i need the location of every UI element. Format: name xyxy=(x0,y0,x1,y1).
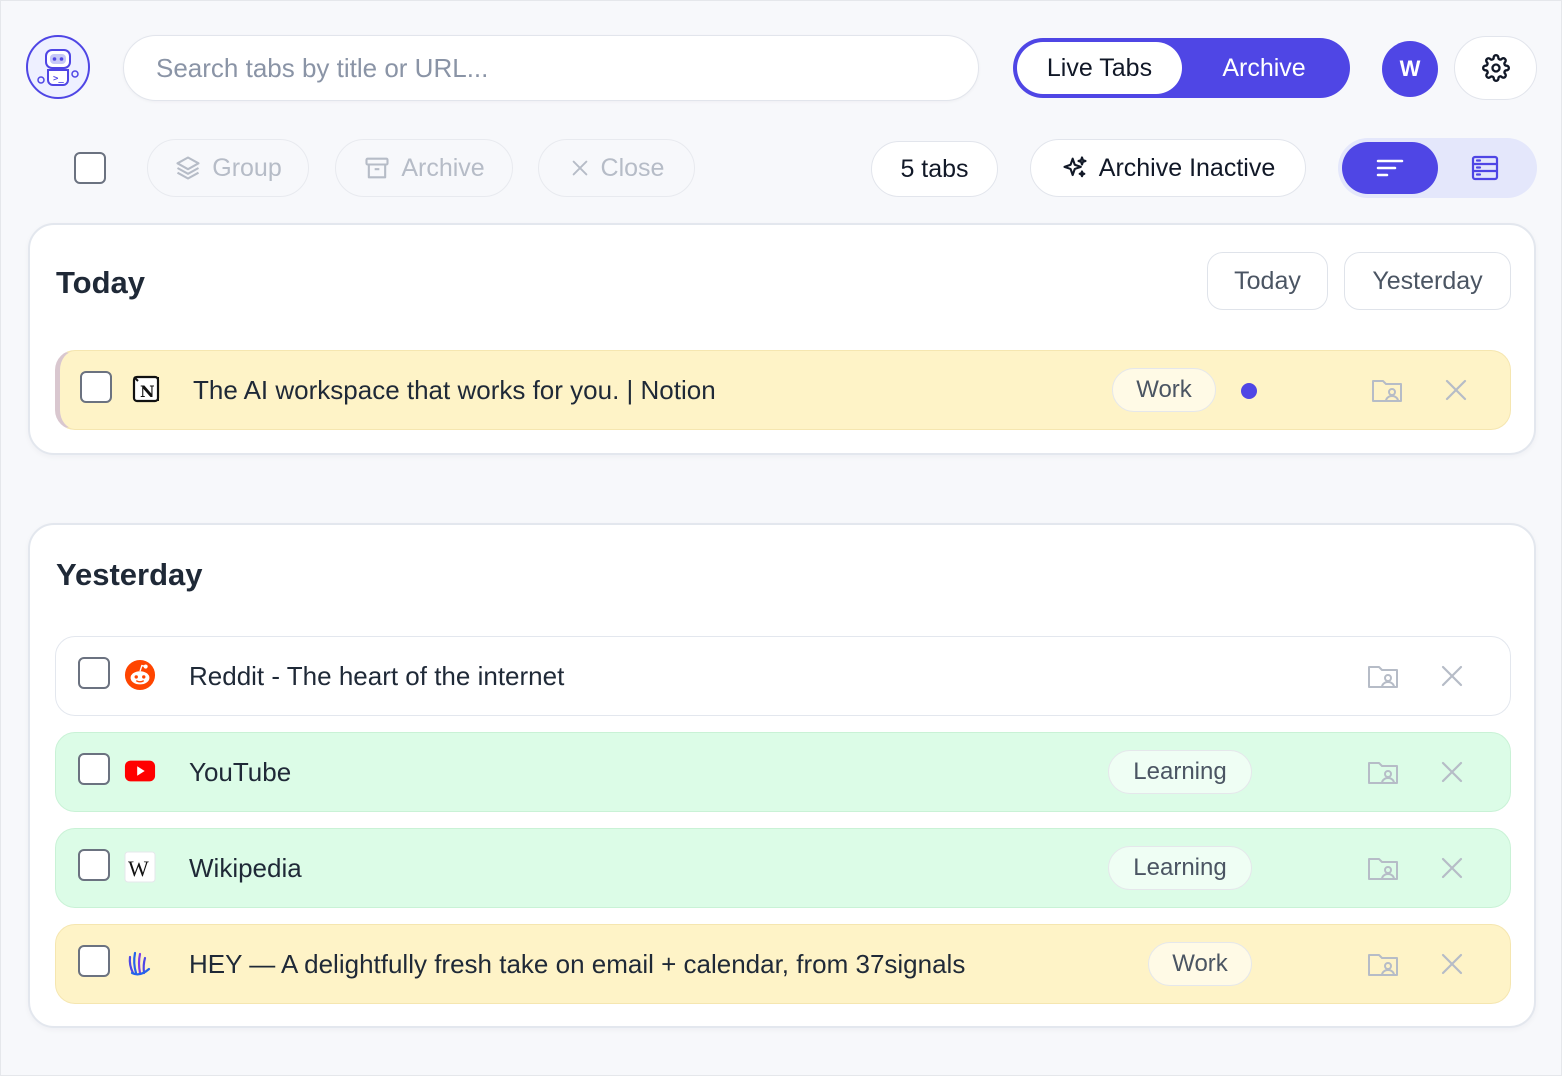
archive-label: Archive xyxy=(401,153,485,182)
tag-badge[interactable]: Work xyxy=(1148,942,1252,986)
svg-text:>_: >_ xyxy=(53,74,64,84)
reddit-icon xyxy=(124,659,156,691)
youtube-icon xyxy=(124,755,156,787)
move-to-folder-icon[interactable] xyxy=(1366,756,1400,788)
app-logo[interactable]: >_ xyxy=(26,35,90,99)
tab-title[interactable]: HEY — A delightfully fresh take on email… xyxy=(189,949,965,980)
close-button[interactable]: Close xyxy=(538,139,695,197)
archive-button[interactable]: Archive xyxy=(335,139,513,197)
section-title-yesterday: Yesterday xyxy=(56,557,203,592)
notion-icon: N xyxy=(130,373,162,405)
sparkles-icon xyxy=(1063,156,1087,178)
close-tab-icon[interactable] xyxy=(1443,377,1469,403)
layers-icon xyxy=(176,156,200,180)
search-bar[interactable] xyxy=(123,35,979,101)
tab-row[interactable]: HEY — A delightfully fresh take on email… xyxy=(55,924,1511,1004)
archive-box-icon xyxy=(365,157,389,179)
row-checkbox[interactable] xyxy=(78,753,110,785)
move-to-folder-icon[interactable] xyxy=(1370,374,1404,406)
layout-toggle[interactable] xyxy=(1338,138,1537,198)
move-to-folder-icon[interactable] xyxy=(1366,852,1400,884)
section-title-today: Today xyxy=(56,265,145,300)
row-checkbox[interactable] xyxy=(78,657,110,689)
archive-toggle[interactable]: Archive xyxy=(1182,42,1346,94)
tag-badge[interactable]: Work xyxy=(1112,368,1216,412)
wikipedia-icon: W xyxy=(124,851,156,883)
close-icon xyxy=(572,160,587,176)
tab-row[interactable]: Reddit - The heart of the internet xyxy=(55,636,1511,716)
tab-title[interactable]: Reddit - The heart of the internet xyxy=(189,661,564,692)
group-button[interactable]: Group xyxy=(147,139,309,197)
tab-title[interactable]: Wikipedia xyxy=(189,853,302,884)
list-view-icon xyxy=(1472,155,1499,181)
row-checkbox[interactable] xyxy=(80,371,112,403)
close-tab-icon[interactable] xyxy=(1439,663,1465,689)
filter-chip-today[interactable]: Today xyxy=(1207,252,1328,310)
active-indicator-dot xyxy=(1241,383,1257,399)
robot-icon: >_ xyxy=(37,49,79,86)
gear-icon xyxy=(1481,54,1510,82)
search-input[interactable] xyxy=(156,52,978,84)
move-to-folder-icon[interactable] xyxy=(1366,948,1400,980)
close-tab-icon[interactable] xyxy=(1439,759,1465,785)
tab-row[interactable]: W Wikipedia Learning xyxy=(55,828,1511,908)
live-tabs-toggle[interactable]: Live Tabs xyxy=(1017,42,1182,94)
tab-title[interactable]: The AI workspace that works for you. | N… xyxy=(193,375,716,406)
archive-inactive-label: Archive Inactive xyxy=(1098,153,1276,182)
tab-row[interactable]: N The AI workspace that works for you. |… xyxy=(55,350,1511,430)
user-avatar[interactable]: W xyxy=(1382,41,1438,97)
sort-view-button[interactable] xyxy=(1342,142,1438,194)
svg-text:W: W xyxy=(128,856,149,881)
view-toggle[interactable]: Live Tabs Archive xyxy=(1013,38,1350,98)
settings-button[interactable] xyxy=(1454,36,1537,100)
group-label: Group xyxy=(212,153,282,182)
sort-lines-icon xyxy=(1376,159,1403,177)
list-view-button[interactable] xyxy=(1438,142,1534,194)
row-checkbox[interactable] xyxy=(78,849,110,881)
row-checkbox[interactable] xyxy=(78,945,110,977)
tab-count-badge: 5 tabs xyxy=(871,141,998,197)
close-tab-icon[interactable] xyxy=(1439,951,1465,977)
yesterday-section: Yesterday Reddit - The heart of the inte… xyxy=(28,523,1536,1028)
svg-text:N: N xyxy=(140,382,155,401)
hey-icon xyxy=(124,947,156,979)
close-label: Close xyxy=(600,153,665,182)
today-section: Today Today Yesterday N The AI workspace… xyxy=(28,223,1536,455)
close-tab-icon[interactable] xyxy=(1439,855,1465,881)
tag-badge[interactable]: Learning xyxy=(1108,750,1252,794)
tag-badge[interactable]: Learning xyxy=(1108,846,1252,890)
filter-chip-yesterday[interactable]: Yesterday xyxy=(1344,252,1511,310)
select-all-checkbox[interactable] xyxy=(74,152,106,184)
archive-inactive-button[interactable]: Archive Inactive xyxy=(1030,139,1306,197)
tab-title[interactable]: YouTube xyxy=(189,757,291,788)
move-to-folder-icon[interactable] xyxy=(1366,660,1400,692)
tab-row[interactable]: YouTube Learning xyxy=(55,732,1511,812)
